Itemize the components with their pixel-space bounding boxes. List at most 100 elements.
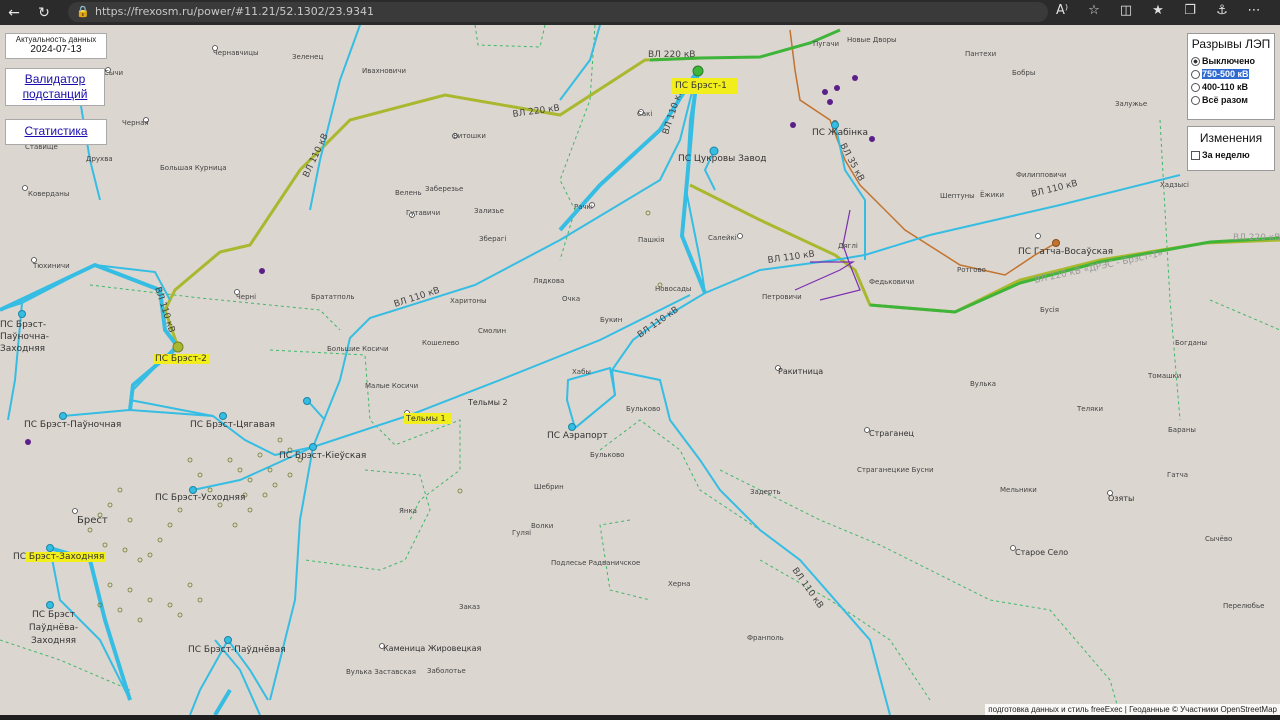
line-label: ВЛ 110 кВ	[1030, 179, 1078, 200]
place-label: Бульково	[590, 451, 625, 459]
place-label: Озяты	[1108, 494, 1135, 503]
browser-toolbar: ← ↻ 🔒 https://frexosm.ru/power/#11.21/52…	[0, 0, 1280, 25]
back-arrow-icon[interactable]: ←	[4, 3, 24, 23]
place-label: Сычёво	[1205, 535, 1233, 543]
place-label: Малые Косичи	[365, 382, 419, 390]
line-110kv-thick	[0, 68, 707, 715]
place-label: Смолин	[478, 327, 507, 335]
data-freshness-panel: Актуальность данных 2024-07-13	[5, 33, 107, 59]
substation-label[interactable]: ПС Брэст-2	[153, 354, 209, 364]
option-all[interactable]: Всё разом	[1188, 94, 1274, 107]
place-label: Чернавчицы	[213, 49, 259, 57]
place-label: Задерть	[750, 488, 781, 496]
substation-label[interactable]: ПС Брэст-Усходняя	[155, 493, 245, 503]
substation-label[interactable]: ПС Брэст-Паўднёвая	[188, 645, 286, 655]
place-label: Хадзысі	[1160, 181, 1189, 189]
place-label: Большие Косичи	[327, 345, 389, 353]
radio-icon[interactable]	[1191, 96, 1200, 106]
read-aloud-icon[interactable]: A⁾	[1046, 3, 1078, 18]
place-label: Брест	[77, 515, 108, 526]
radio-icon[interactable]	[1191, 83, 1200, 93]
substation-label[interactable]: ПС Гатча-Восаўская	[1018, 247, 1113, 257]
substation-label[interactable]: ПС Брэст Паўднёва-Заходняя	[11, 609, 96, 648]
place-label: Дяглi	[838, 242, 858, 250]
place-label: Ёжики	[980, 191, 1005, 199]
place-label: Харитоны	[450, 297, 487, 305]
radio-icon[interactable]	[1191, 57, 1200, 67]
map-canvas[interactable]: ВЛ 220 кВ ВЛ 220 кВ ВЛ 110 кВ ВЛ 110 кВ …	[0, 25, 1280, 715]
lock-icon[interactable]: 🔒	[76, 5, 90, 18]
extension-icon[interactable]: ⚓	[1206, 3, 1238, 18]
place-label: Новые Дворы	[847, 36, 897, 44]
place-label: Очка	[562, 295, 581, 303]
place-label: Ракитница	[778, 367, 824, 376]
place-label: Заболотье	[427, 667, 466, 675]
favorite-star-icon[interactable]: ☆	[1078, 3, 1110, 18]
option-400-110[interactable]: 400-110 кВ	[1188, 81, 1274, 94]
address-bar[interactable]: 🔒 https://frexosm.ru/power/#11.21/52.130…	[68, 2, 1048, 22]
statistics-link[interactable]: Статистика	[24, 124, 87, 138]
line-label: ВЛ 110 кВ	[302, 132, 331, 179]
place-label: Витошки	[453, 132, 486, 140]
option-label: Всё разом	[1202, 95, 1248, 105]
place-label: Хабы	[572, 368, 591, 376]
place-label: Федьковичи	[869, 278, 915, 286]
option-label: 400-110 кВ	[1202, 82, 1249, 92]
line-label: ВЛ 220 кВ «	[1233, 233, 1280, 243]
favorites-icon[interactable]: ★	[1142, 3, 1174, 18]
place-label: Пантехи	[965, 50, 997, 58]
place-label: Филипповичи	[1016, 171, 1067, 179]
place-label: Волки	[531, 522, 554, 530]
reload-icon[interactable]: ↻	[34, 3, 54, 23]
substation-label[interactable]: ПС Жабінка	[812, 128, 868, 138]
url-text[interactable]: https://frexosm.ru/power/#11.21/52.1302/…	[95, 5, 374, 18]
place-label: Франполь	[747, 634, 784, 642]
place-label: Зеленец	[292, 53, 324, 61]
place-label: Пугачи	[813, 40, 840, 48]
stats-panel: Статистика	[5, 119, 107, 145]
radio-icon[interactable]	[1191, 70, 1200, 80]
option-off[interactable]: Выключено	[1188, 55, 1274, 68]
place-label: Залужье	[1115, 100, 1148, 108]
more-icon[interactable]: ⋯	[1238, 3, 1270, 18]
freshness-date: 2024-07-13	[30, 44, 82, 55]
substation-label[interactable]: ПС Брэст-Паўночна-Заходняя	[0, 319, 75, 355]
place-label: Страганецкие Бусни	[857, 466, 934, 474]
place-label: Зберагі	[479, 235, 507, 243]
validator-link[interactable]: Валидатор подстанций	[23, 72, 88, 101]
changes-panel: Изменения За неделю	[1187, 126, 1275, 171]
substation-label[interactable]: ПС Брэст-1	[671, 78, 737, 94]
substation-label[interactable]: ПС Брэст-Кіеўская	[279, 451, 366, 461]
place-label: Бульково	[626, 405, 661, 413]
line-breaks-panel: Разрывы ЛЭП Выключено 750-500 кВ 400-110…	[1187, 33, 1275, 120]
checkbox-icon[interactable]	[1191, 151, 1200, 161]
substation-label[interactable]: ПС Брэст-Цягавая	[190, 420, 275, 430]
substation-label[interactable]: Тельмы 1	[404, 413, 452, 424]
bottom-edge	[0, 715, 1280, 720]
line-220kv-olive	[163, 56, 1280, 348]
place-label: Салейкі	[708, 234, 737, 242]
place-label: Бусiя	[1040, 306, 1059, 314]
place-label: Янка	[399, 507, 417, 515]
option-750-500[interactable]: 750-500 кВ	[1188, 68, 1274, 81]
place-label: Шептуны	[940, 192, 975, 200]
place-label: Перелюбье	[1223, 602, 1265, 610]
substation-label[interactable]: ПС Брэст-Паўночная	[24, 420, 121, 430]
substation-label[interactable]: ПС Брэст-Заходняя	[11, 552, 107, 562]
substation-label[interactable]: ПС Цукровы Завод	[678, 154, 766, 164]
place-label: Бараны	[1168, 426, 1196, 434]
line-labels: ВЛ 220 кВ ВЛ 220 кВ ВЛ 110 кВ ВЛ 110 кВ …	[152, 50, 1280, 611]
option-label: Выключено	[1202, 56, 1256, 66]
collections-icon[interactable]: ❐	[1174, 3, 1206, 18]
week-checkbox-row[interactable]: За неделю	[1188, 150, 1274, 161]
place-label: Заказ	[459, 603, 481, 611]
split-screen-icon[interactable]: ◫	[1110, 3, 1142, 18]
power-lines-layer: ВЛ 220 кВ ВЛ 220 кВ ВЛ 110 кВ ВЛ 110 кВ …	[0, 25, 1280, 715]
district-boundaries	[0, 25, 1280, 715]
legend-title: Разрывы ЛЭП	[1191, 37, 1271, 51]
place-label: Теляки	[1077, 405, 1104, 413]
place-label: Сычи	[104, 69, 124, 77]
substation-label[interactable]: ПС Аэрапорт	[547, 431, 608, 441]
week-label: За неделю	[1202, 150, 1250, 160]
place-label: Пашкiя	[638, 236, 665, 244]
